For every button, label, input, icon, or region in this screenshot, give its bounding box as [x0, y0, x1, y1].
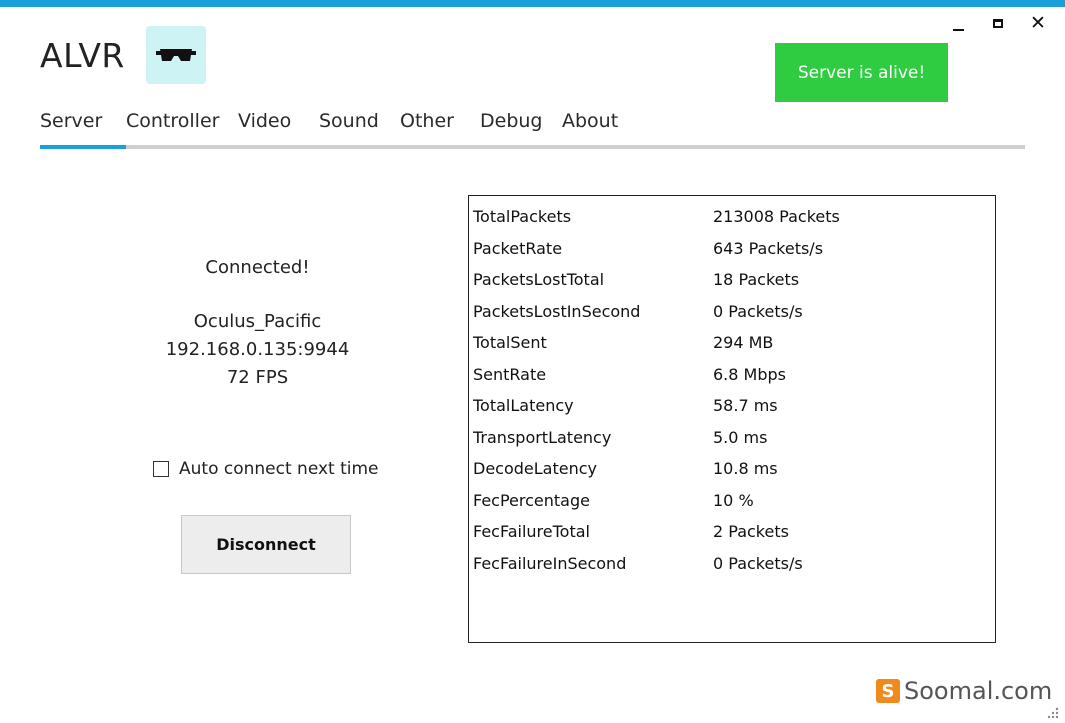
device-name: Oculus_Pacific: [193, 311, 322, 332]
tab-about[interactable]: About: [562, 110, 632, 144]
stat-value: 6.8 Mbps: [713, 364, 786, 384]
alvr-window: ✕ ALVR Server is alive! Server Controlle…: [0, 0, 1065, 723]
tab-server[interactable]: Server: [40, 110, 126, 144]
connection-panel: Connected! Oculus_Pacific 192.168.0.135:…: [140, 255, 375, 392]
stats-panel: TotalPackets 213008 Packets PacketRate 643 …: [468, 195, 996, 643]
stats-row: DecodeLatency 10.8 ms: [473, 453, 973, 485]
stats-row: TransportLatency 5.0 ms: [473, 422, 973, 454]
stat-key: SentRate: [473, 364, 547, 384]
stat-value: 2 Packets: [713, 522, 789, 542]
stat-key: TotalSent: [473, 333, 547, 353]
stat-value: 5.0 ms: [713, 427, 768, 447]
stat-key: PacketRate: [473, 238, 563, 258]
maximize-icon[interactable]: [989, 12, 1007, 34]
app-title: ALVR: [40, 36, 125, 75]
stats-row: FecPercentage 10 %: [473, 485, 973, 517]
stat-key: TotalPackets: [473, 207, 572, 227]
stats-row: PacketsLostTotal 18 Packets: [473, 264, 973, 296]
tab-controller[interactable]: Controller: [126, 110, 238, 144]
stats-row: SentRate 6.8 Mbps: [473, 359, 973, 391]
stat-key: PacketsLostTotal: [473, 270, 605, 290]
stat-value: 294 MB: [713, 333, 774, 353]
minimize-icon[interactable]: [949, 12, 967, 34]
window-controls: ✕: [949, 12, 1047, 34]
stats-row: TotalSent 294 MB: [473, 327, 973, 359]
stats-row: TotalLatency 58.7 ms: [473, 390, 973, 422]
stat-key: DecodeLatency: [473, 459, 597, 479]
disconnect-button[interactable]: Disconnect: [181, 515, 351, 574]
device-info: Oculus_Pacific 192.168.0.135:9944 72 FPS: [140, 308, 375, 392]
stats-row: PacketsLostInSecond 0 Packets/s: [473, 296, 973, 328]
auto-connect-checkbox[interactable]: [153, 461, 169, 477]
stats-row: FecFailureInSecond 0 Packets/s: [473, 548, 973, 580]
tab-video[interactable]: Video: [238, 110, 319, 144]
close-icon[interactable]: ✕: [1029, 12, 1047, 34]
server-status-badge: Server is alive!: [775, 43, 948, 102]
device-address: 192.168.0.135:9944: [165, 339, 350, 360]
stat-key: PacketsLostInSecond: [473, 301, 641, 321]
stat-value: 58.7 ms: [713, 396, 778, 416]
device-fps: 72 FPS: [226, 367, 289, 388]
tab-other[interactable]: Other: [400, 110, 480, 144]
watermark: S Soomal.com: [876, 677, 1052, 705]
tab-bar: Server Controller Video Sound Other Debu…: [40, 110, 632, 144]
stat-key: FecFailureInSecond: [473, 553, 627, 573]
tab-active-indicator: [40, 145, 126, 149]
stat-key: FecPercentage: [473, 490, 590, 510]
stat-value: 643 Packets/s: [713, 238, 824, 258]
app-logo: [146, 26, 206, 84]
tab-sound[interactable]: Sound: [319, 110, 400, 144]
stat-value: 0 Packets/s: [713, 301, 803, 321]
watermark-logo-icon: S: [876, 679, 900, 703]
auto-connect-row[interactable]: Auto connect next time: [153, 459, 379, 479]
stats-row: PacketRate 643 Packets/s: [473, 233, 973, 265]
stat-value: 18 Packets: [713, 270, 800, 290]
resize-grip-icon[interactable]: [1045, 705, 1059, 719]
stats-table: TotalPackets 213008 Packets PacketRate 643 …: [473, 201, 973, 579]
window-accent-bar: [0, 0, 1065, 7]
stat-key: TransportLatency: [473, 427, 612, 447]
stat-value: 10 %: [713, 490, 754, 510]
stats-row: FecFailureTotal 2 Packets: [473, 516, 973, 548]
stat-value: 213008 Packets: [713, 207, 840, 227]
tab-debug[interactable]: Debug: [480, 110, 562, 144]
tab-underline: [40, 145, 1025, 149]
stat-key: TotalLatency: [473, 396, 574, 416]
stat-value: 0 Packets/s: [713, 553, 803, 573]
stat-value: 10.8 ms: [713, 459, 778, 479]
auto-connect-label: Auto connect next time: [179, 459, 379, 479]
stat-key: FecFailureTotal: [473, 522, 590, 542]
watermark-text: Soomal.com: [904, 677, 1053, 705]
vr-headset-icon: [156, 49, 196, 61]
connection-status: Connected!: [205, 257, 310, 278]
stats-row: TotalPackets 213008 Packets: [473, 201, 973, 233]
